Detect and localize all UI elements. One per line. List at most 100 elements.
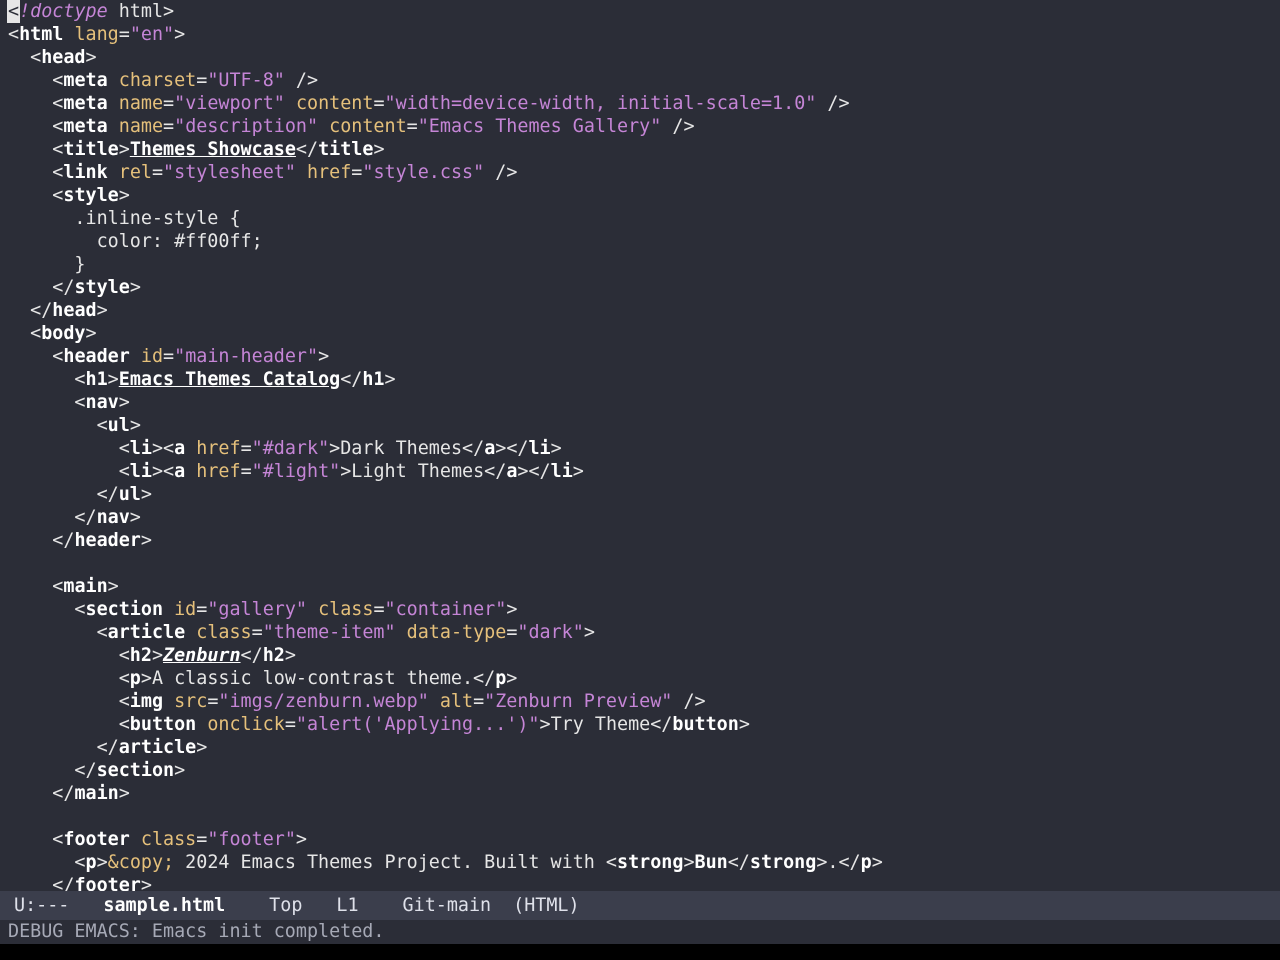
code-token: < bbox=[8, 139, 64, 160]
code-token: color: #ff00ff; bbox=[8, 231, 263, 252]
code-line[interactable]: <body> bbox=[0, 322, 1280, 345]
code-line[interactable] bbox=[0, 805, 1280, 828]
code-token: < bbox=[8, 323, 42, 344]
code-token: main bbox=[63, 576, 108, 597]
code-token: meta bbox=[63, 93, 108, 114]
code-token: h2 bbox=[129, 645, 152, 666]
code-token: < bbox=[8, 645, 130, 666]
code-token: > bbox=[129, 415, 141, 436]
code-line[interactable]: <main> bbox=[0, 575, 1280, 598]
buffer-state: U:--- bbox=[14, 895, 70, 916]
code-token: img bbox=[129, 691, 164, 712]
code-line[interactable]: .inline-style { bbox=[0, 207, 1280, 230]
code-token: >< bbox=[151, 461, 175, 482]
code-line[interactable]: </main> bbox=[0, 782, 1280, 805]
code-line[interactable] bbox=[0, 552, 1280, 575]
code-token: </ bbox=[462, 438, 485, 459]
code-line[interactable]: <article class="theme-item" data-type="d… bbox=[0, 621, 1280, 644]
code-token: < bbox=[8, 829, 64, 850]
code-token: "gallery" bbox=[207, 599, 307, 620]
code-line[interactable]: color: #ff00ff; bbox=[0, 230, 1280, 253]
code-line[interactable]: <img src="imgs/zenburn.webp" alt="Zenbur… bbox=[0, 690, 1280, 713]
code-token: a bbox=[484, 438, 496, 459]
code-line[interactable]: </ul> bbox=[0, 483, 1280, 506]
code-token: id bbox=[174, 599, 197, 620]
code-line[interactable]: <!doctype html> bbox=[0, 0, 1280, 23]
code-line[interactable]: <meta name="viewport" content="width=dev… bbox=[0, 92, 1280, 115]
code-line[interactable]: <title>Themes Showcase</title> bbox=[0, 138, 1280, 161]
code-token: /> bbox=[484, 162, 518, 183]
code-line[interactable]: </section> bbox=[0, 759, 1280, 782]
code-line[interactable]: </footer> bbox=[0, 874, 1280, 891]
code-line[interactable]: <p>&copy; 2024 Emacs Themes Project. Bui… bbox=[0, 851, 1280, 874]
code-line[interactable]: <link rel="stylesheet" href="style.css" … bbox=[0, 161, 1280, 184]
code-line[interactable]: <style> bbox=[0, 184, 1280, 207]
code-line[interactable]: <section id="gallery" class="container"> bbox=[0, 598, 1280, 621]
code-token: &copy; bbox=[107, 852, 175, 873]
code-line[interactable]: <header id="main-header"> bbox=[0, 345, 1280, 368]
code-token: li bbox=[550, 461, 573, 482]
code-token: head bbox=[52, 300, 97, 321]
code-line[interactable]: } bbox=[0, 253, 1280, 276]
code-token: a bbox=[174, 461, 186, 482]
code-token: > bbox=[572, 461, 584, 482]
code-token: < bbox=[8, 668, 130, 689]
code-token: </ bbox=[8, 507, 97, 528]
code-line[interactable]: <nav> bbox=[0, 391, 1280, 414]
code-token: main bbox=[74, 783, 119, 804]
code-token: content bbox=[295, 93, 374, 114]
code-token: A classic low-contrast theme. bbox=[151, 668, 474, 689]
code-token: button bbox=[129, 714, 197, 735]
code-line[interactable]: <ul> bbox=[0, 414, 1280, 437]
code-token: footer bbox=[74, 875, 141, 891]
code-token: a bbox=[506, 461, 518, 482]
code-line[interactable]: <li><a href="#dark">Dark Themes</a></li> bbox=[0, 437, 1280, 460]
code-token: > bbox=[174, 24, 186, 45]
code-token: "stylesheet" bbox=[163, 162, 296, 183]
code-line[interactable]: <h2>Zenburn</h2> bbox=[0, 644, 1280, 667]
code-line[interactable]: <meta name="description" content="Emacs … bbox=[0, 115, 1280, 138]
code-token: > bbox=[295, 829, 307, 850]
code-token: body bbox=[41, 323, 86, 344]
code-token: = bbox=[196, 829, 208, 850]
code-line[interactable]: </header> bbox=[0, 529, 1280, 552]
code-line[interactable]: </article> bbox=[0, 736, 1280, 759]
code-token: >< bbox=[151, 438, 175, 459]
code-token: title bbox=[318, 139, 374, 160]
code-token: = bbox=[473, 691, 485, 712]
code-token: name bbox=[118, 93, 164, 114]
code-line[interactable]: <footer class="footer"> bbox=[0, 828, 1280, 851]
code-token: > bbox=[118, 783, 130, 804]
code-token: Emacs Themes Catalog bbox=[118, 369, 341, 390]
code-line[interactable]: <html lang="en"> bbox=[0, 23, 1280, 46]
code-line[interactable]: <meta charset="UTF-8" /> bbox=[0, 69, 1280, 92]
code-token: < bbox=[8, 346, 64, 367]
code-line[interactable]: <p>A classic low-contrast theme.</p> bbox=[0, 667, 1280, 690]
vc-branch[interactable]: Git-main bbox=[403, 891, 492, 920]
code-token: . bbox=[827, 852, 839, 873]
code-token: strong bbox=[617, 852, 684, 873]
code-line[interactable]: <li><a href="#light">Light Themes</a></l… bbox=[0, 460, 1280, 483]
line-number: L1 bbox=[336, 895, 359, 916]
code-token: section bbox=[85, 599, 164, 620]
code-line[interactable]: </style> bbox=[0, 276, 1280, 299]
code-token: "Zenburn Preview" bbox=[484, 691, 673, 712]
code-line[interactable]: <head> bbox=[0, 46, 1280, 69]
code-token: "alert('Applying...')" bbox=[295, 714, 540, 735]
code-token: "dark" bbox=[517, 622, 584, 643]
buffer-name[interactable]: sample.html bbox=[103, 891, 225, 920]
code-token: > bbox=[151, 645, 164, 666]
editor-buffer[interactable]: <!doctype html> <html lang="en"> <head> <… bbox=[0, 0, 1280, 891]
major-mode[interactable]: (HTML) bbox=[513, 891, 579, 920]
echo-area: DEBUG EMACS: Emacs init completed. bbox=[0, 920, 1280, 944]
code-line[interactable]: </nav> bbox=[0, 506, 1280, 529]
code-token: > bbox=[683, 852, 695, 873]
code-line[interactable]: </head> bbox=[0, 299, 1280, 322]
code-line[interactable]: <h1>Emacs Themes Catalog</h1> bbox=[0, 368, 1280, 391]
code-token: > bbox=[107, 576, 119, 597]
code-token: = bbox=[240, 461, 252, 482]
code-token: = bbox=[196, 599, 208, 620]
code-line[interactable]: <button onclick="alert('Applying...')">T… bbox=[0, 713, 1280, 736]
